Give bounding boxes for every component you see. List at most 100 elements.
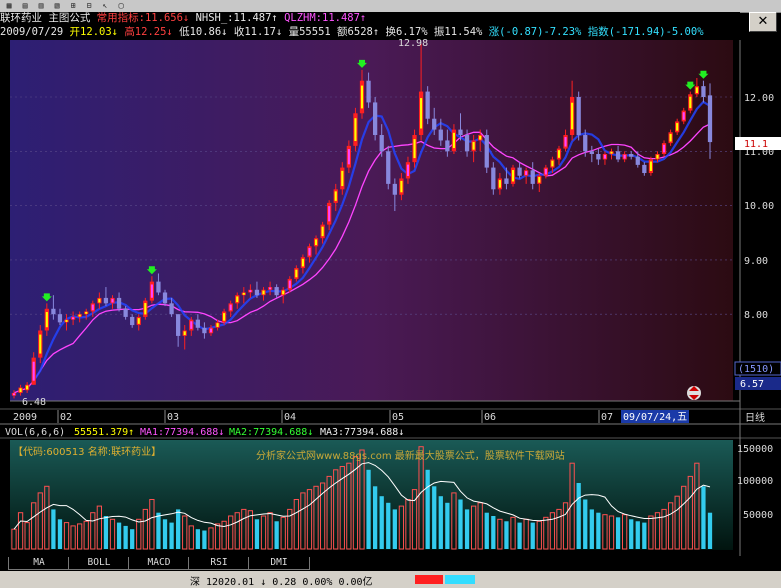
candle-highlight (682, 112, 685, 120)
quote-close: 收11.17↓ (233, 26, 283, 38)
candle-highlight (262, 290, 265, 295)
candle-highlight (452, 132, 455, 149)
scale-toggle-icon[interactable] (687, 386, 701, 400)
candle-highlight (19, 388, 22, 393)
date-tick: 06 (484, 412, 496, 423)
candle-body (116, 297, 122, 309)
candle-body (491, 167, 496, 190)
candle-body (103, 297, 109, 304)
candle-body (156, 281, 161, 293)
date-tick: 04 (284, 412, 296, 423)
volume-bar (386, 502, 391, 549)
candle-highlight (32, 361, 35, 381)
price-tick: 8.00 (744, 310, 768, 321)
chart-canvas[interactable]: 12.00 11.00 10.00 9.00 8.00 11.1 (1510) … (0, 0, 781, 557)
volume-tick: 100000 (737, 476, 773, 487)
volume-bar (707, 512, 713, 549)
candle-highlight (610, 151, 613, 154)
quote-low: 低10.86↓ (179, 26, 228, 38)
volume-bar (57, 519, 63, 549)
tab-rsi[interactable]: RSI (188, 557, 250, 570)
low-mark: 6.48 (22, 397, 46, 408)
candle-body (438, 129, 443, 141)
candle-body (504, 178, 509, 184)
vol-ma2: MA2:77394.688↓ (229, 427, 313, 438)
vol-value: 55551.379↑ (74, 427, 134, 438)
candle-body (458, 129, 463, 136)
candle-highlight (334, 191, 337, 201)
volume-bar (530, 522, 535, 549)
candle-highlight (98, 298, 101, 303)
candle-highlight (551, 160, 554, 167)
candle-highlight (26, 385, 29, 390)
quote-date: 2009/07/29 (0, 26, 64, 38)
price-tick: 12.00 (744, 93, 774, 104)
volume-bar (116, 522, 122, 549)
quote-amount: 额6528↑ (337, 26, 380, 38)
candle-highlight (656, 154, 659, 159)
date-tick: 2009 (13, 412, 37, 423)
candle-body (445, 140, 450, 152)
status-text: 深 12020.01 ↓ 0.28 0.00% 0.00亿 (190, 577, 373, 588)
cursor-date: 09/07/24,五 (623, 412, 687, 423)
volume-bar (254, 519, 260, 549)
candle-highlight (190, 321, 193, 329)
candle-highlight (85, 311, 88, 314)
status-bar-cyan (445, 575, 475, 584)
candle-body (176, 314, 181, 336)
tab-ma[interactable]: MA (8, 557, 70, 570)
candle-body (123, 308, 128, 317)
candle-highlight (347, 149, 350, 165)
volume-bar (484, 512, 489, 549)
nhsh-value: NHSH_:11.487↑ (195, 12, 278, 24)
candle-body (701, 86, 706, 97)
stock-name: 联环药业 (0, 12, 42, 24)
candle-body (195, 319, 200, 328)
candle-highlight (223, 313, 226, 321)
candle-body (583, 135, 588, 152)
tab-macd[interactable]: MACD (128, 557, 190, 570)
candle-highlight (209, 328, 213, 333)
close-button[interactable]: ✕ (749, 12, 777, 32)
volume-bar (596, 512, 601, 549)
candle-highlight (111, 298, 114, 303)
candle-highlight (216, 323, 219, 327)
candle-body (707, 95, 713, 143)
candle-highlight (328, 206, 331, 222)
status-bar: 深 12020.01 ↓ 0.28 0.00% 0.00亿 (0, 571, 781, 588)
candle-highlight (538, 176, 541, 183)
stock-chart-window: ▦ ▤ ▥ ▧ ⊞ ⊟ ↖ ▢ 12.00 11.00 10.00 9.00 8… (0, 0, 781, 588)
candle-highlight (150, 284, 153, 298)
price-tick: 10.00 (744, 201, 774, 212)
candle-highlight (12, 393, 16, 396)
candle-body (274, 287, 279, 296)
candle-highlight (72, 317, 75, 320)
quote-volume: 量55551 (288, 26, 331, 38)
candle-highlight (649, 161, 652, 171)
high-mark: 12.98 (398, 38, 428, 49)
candle-highlight (249, 290, 252, 293)
candle-highlight (39, 334, 42, 354)
side-label-2: 6.57 (740, 379, 764, 390)
tab-dmi[interactable]: DMI (248, 557, 310, 570)
volume-bar (642, 522, 647, 549)
price-panel-bg (10, 40, 733, 401)
candle-highlight (511, 170, 515, 182)
candle-highlight (301, 258, 304, 267)
volume-bar (176, 509, 181, 549)
tab-boll[interactable]: BOLL (68, 557, 130, 570)
quote-index: 指数(-171.94)-5.00% (587, 26, 704, 38)
volume-bar (517, 522, 522, 549)
volume-bar (372, 486, 378, 549)
candle-body (642, 164, 647, 174)
quote-change: 涨(-0.87)-7.23% (488, 26, 582, 38)
candle-body (386, 151, 391, 184)
candle-highlight (360, 85, 364, 109)
volume-bar (445, 502, 450, 549)
chart-header-row-1: 联环药业 主图公式 常用指标:11.656↓ NHSH_:11.487↑ QLZ… (0, 12, 740, 25)
chart-header-row-2: 2009/07/29 开12.03↓ 高12.25↓ 低10.86↓ 收11.1… (0, 26, 740, 39)
volume-bar (576, 483, 581, 549)
candle-highlight (137, 318, 140, 324)
candle-highlight (623, 154, 626, 159)
candle-body (425, 91, 430, 119)
